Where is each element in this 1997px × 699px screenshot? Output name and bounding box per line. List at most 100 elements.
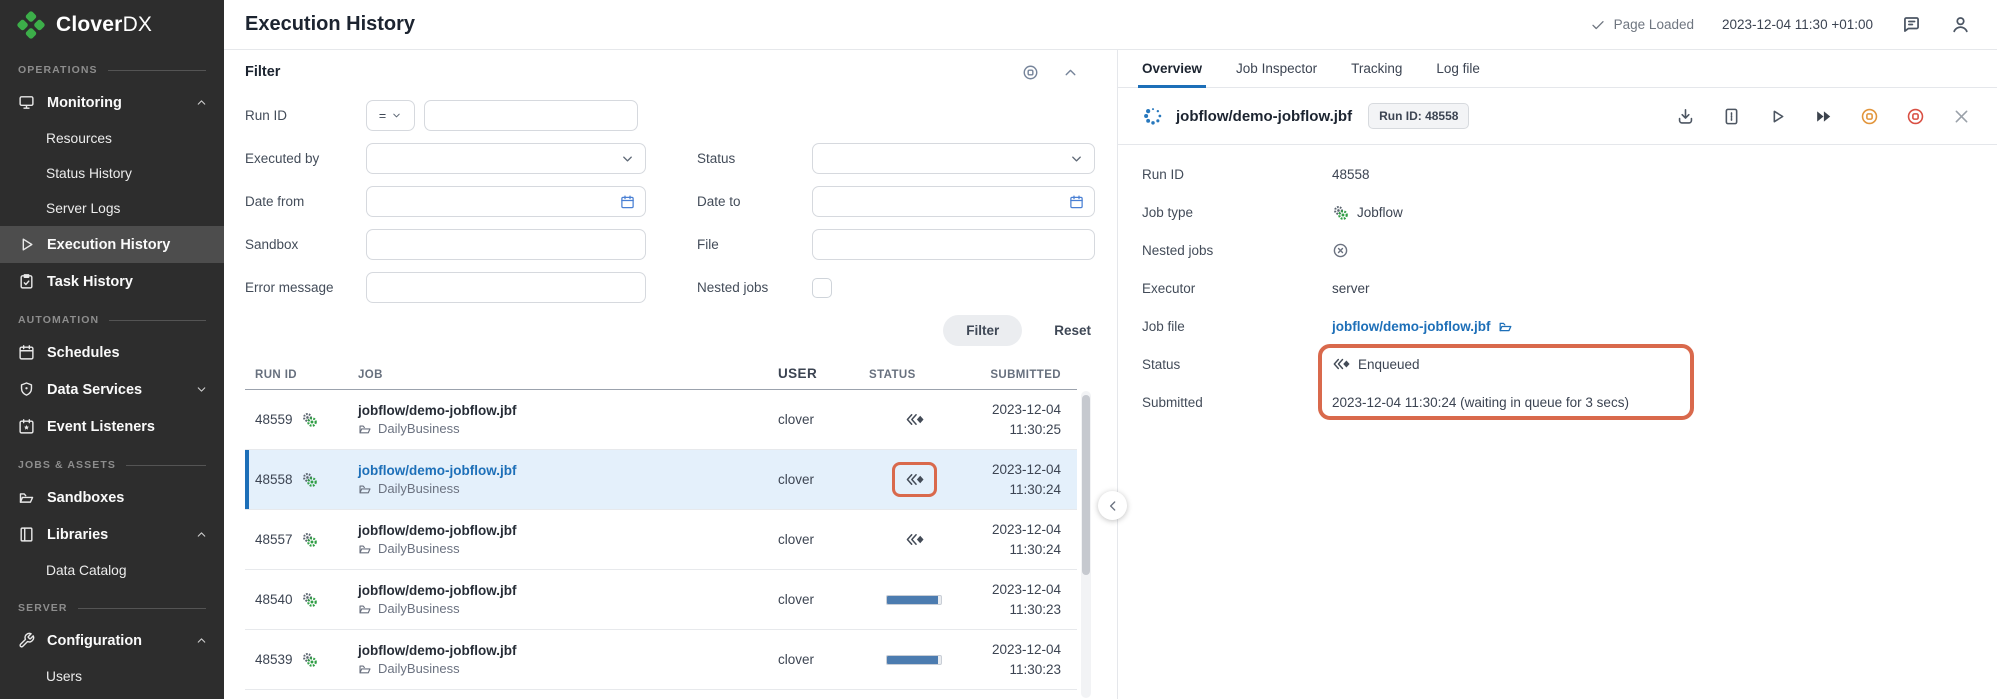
run-id-value: 48540 [255,592,293,607]
job-link[interactable]: jobflow/demo-jobflow.jbf [358,403,778,418]
sandbox-name: DailyBusiness [378,481,460,496]
brand-logo[interactable]: CloverDX [0,0,224,50]
job-type-text: Jobflow [1357,205,1403,220]
detail-value-job-file[interactable]: jobflow/demo-jobflow.jbf [1332,319,1513,334]
sidebar-item-data-services[interactable]: Data Services [0,371,224,408]
filter-date-date-to[interactable] [812,186,1095,217]
filter-select-status[interactable] [812,143,1095,174]
table-scrollbar-track[interactable] [1081,391,1091,698]
job-title: jobflow/demo-jobflow.jbf [1176,108,1352,125]
detail-text: server [1332,281,1370,296]
close-icon[interactable] [1952,107,1971,126]
nested-jobs-checkbox[interactable] [812,278,832,298]
filter-date-value[interactable] [367,187,645,216]
fast-forward-icon[interactable] [1814,107,1833,126]
kill-icon[interactable] [1906,107,1925,126]
sidebar-item-execution-history[interactable]: Execution History [0,226,224,263]
job-link[interactable]: jobflow/demo-jobflow.jbf [358,463,778,478]
sidebar-item-task-history[interactable]: Task History [0,263,224,300]
filter-text-value[interactable] [813,230,1094,259]
filter-input-error-message[interactable] [366,272,646,303]
job-sandbox: DailyBusiness [358,601,778,616]
table-row-48559[interactable]: 48559jobflow/demo-jobflow.jbfDailyBusine… [245,390,1077,450]
job-cell: jobflow/demo-jobflow.jbfDailyBusiness [358,403,778,436]
sidebar-item-monitoring[interactable]: Monitoring [0,84,224,121]
run-id-value: 48539 [255,652,293,667]
sandbox-icon [358,602,372,616]
tab-log-file[interactable]: Log file [1436,61,1480,87]
filter-text-value[interactable] [367,230,645,259]
tab-tracking[interactable]: Tracking [1351,61,1402,87]
job-link[interactable]: jobflow/demo-jobflow.jbf [358,583,778,598]
section-label-text: SERVER [18,602,68,614]
tab-overview[interactable]: Overview [1142,61,1202,87]
status-icon-wrap [892,522,937,557]
status-cell [869,595,959,605]
filter-input-file[interactable] [812,229,1095,260]
run-icon[interactable] [1768,107,1787,126]
abort-icon[interactable] [1860,107,1879,126]
chat-icon[interactable] [1901,14,1922,35]
sidebar-item-label: Monitoring [47,95,122,111]
column-header-user: USER [778,366,869,381]
sidebar-item-label: Task History [47,274,133,290]
panel-tabs: Overview Job Inspector Tracking Log file [1118,50,1997,88]
column-header-submitted: SUBMITTED [959,369,1077,381]
filter-label-run-id: Run ID [245,108,366,123]
filter-input-sandbox[interactable] [366,229,646,260]
running-progress-bar [886,595,942,605]
filter-select-value[interactable] [813,144,1094,173]
filter-form: Run ID=Executed byStatusDate fromDate to… [245,94,1117,309]
table-row-48557[interactable]: 48557jobflow/demo-jobflow.jbfDailyBusine… [245,510,1077,570]
run-id-operator-select[interactable]: = [366,100,415,131]
chevron-up-icon[interactable] [1062,64,1079,81]
table-row-48540[interactable]: 48540 jobflow/demo-jobflow.jbf DailyBusine… [245,570,1077,630]
book-icon [18,526,35,543]
job-link[interactable]: jobflow/demo-jobflow.jbf [358,643,778,658]
job-link[interactable]: jobflow/demo-jobflow.jbf [358,523,778,538]
sidebar-item-resources[interactable]: Resources [0,121,224,156]
user-icon[interactable] [1950,14,1971,35]
download-icon[interactable] [1676,107,1695,126]
sidebar-item-schedules[interactable]: Schedules [0,334,224,371]
sidebar-item-sandboxes[interactable]: Sandboxes [0,479,224,516]
job-sandbox: DailyBusiness [358,481,778,496]
execution-table: RUN IDJOBUSERSTATUSSUBMITTED 48559jobflo… [245,360,1077,690]
run-id-input[interactable] [425,101,637,130]
filter-date-value[interactable] [813,187,1094,216]
column-header-job: JOB [358,369,778,381]
sidebar-item-event-listeners[interactable]: Event Listeners [0,408,224,445]
chevron-up-icon [195,96,208,109]
section-divider [126,465,206,466]
reset-button[interactable]: Reset [1054,323,1091,338]
export-icon[interactable] [1722,107,1741,126]
run-id-cell: 48559 [245,411,358,428]
sidebar-item-status-history[interactable]: Status History [0,156,224,191]
run-id-value: 48557 [255,532,293,547]
sandbox-icon [18,489,35,506]
table-header-row: RUN IDJOBUSERSTATUSSUBMITTED [245,360,1077,390]
target-icon[interactable] [1022,64,1039,81]
calendar-icon [18,344,35,361]
sidebar-item-libraries[interactable]: Libraries [0,516,224,553]
collapse-panel-button[interactable] [1098,491,1127,520]
table-row-48539[interactable]: 48539jobflow/demo-jobflow.jbfDailyBusine… [245,630,1077,690]
status-icon-wrap [892,402,937,437]
sidebar-item-server-logs[interactable]: Server Logs [0,191,224,226]
sidebar-item-users[interactable]: Users [0,659,224,694]
filter-select-value[interactable] [367,144,645,173]
filter-select-executed-by[interactable] [366,143,646,174]
filter-date-date-from[interactable] [366,186,646,217]
tab-job-inspector[interactable]: Job Inspector [1236,61,1317,87]
submitted-cell: 2023-12-0411:30:23 [959,580,1077,619]
sidebar-item-label: Server Logs [46,201,120,216]
detail-text: 2023-12-04 11:30:24 (waiting in queue fo… [1332,395,1629,410]
sidebar-item-data-catalog[interactable]: Data Catalog [0,553,224,588]
table-scrollbar-thumb[interactable] [1082,395,1090,575]
filter-text-value[interactable] [367,273,645,302]
filter-button[interactable]: Filter [943,315,1022,346]
page-title: Execution History [245,13,415,36]
sidebar-item-configuration[interactable]: Configuration [0,622,224,659]
run-id-input-wrap[interactable] [424,100,638,131]
table-row-48558[interactable]: 48558jobflow/demo-jobflow.jbfDailyBusine… [245,450,1077,510]
